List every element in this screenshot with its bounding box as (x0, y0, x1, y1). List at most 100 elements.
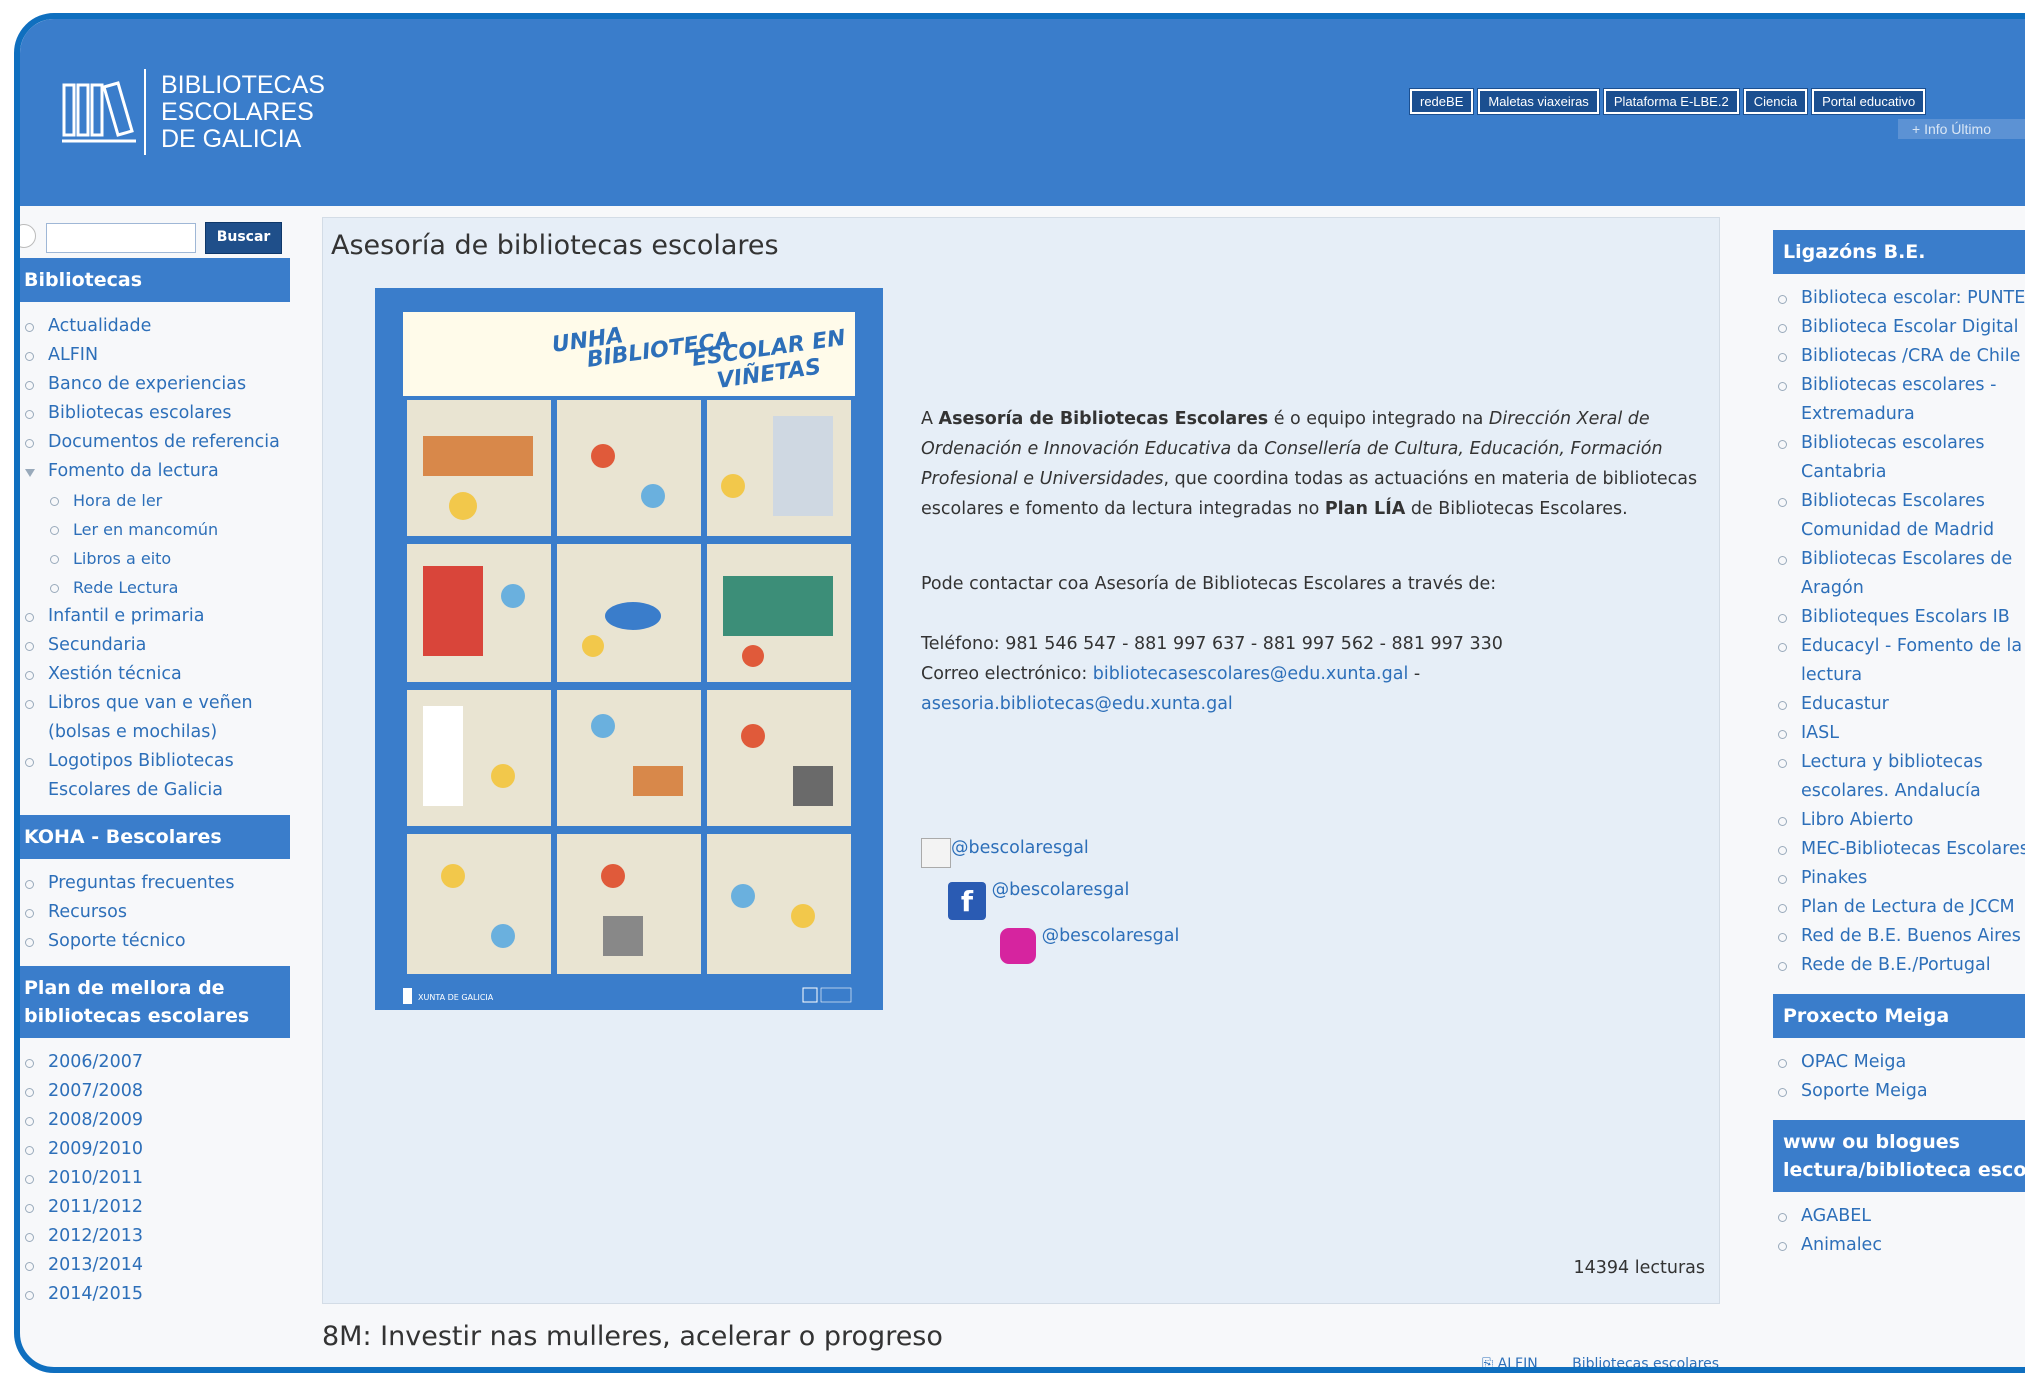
tag-icon: ⎘ (1482, 1356, 1498, 1372)
menu-item-year[interactable]: 2014/2015 (20, 1280, 290, 1309)
submenu-item-hora[interactable]: Hora de ler (20, 486, 290, 515)
menu-item-year[interactable]: 2006/2007 (20, 1048, 290, 1077)
poster-image: UNHA BIBLIOTECA ESCOLAR EN VIÑETAS XUNTA… (375, 288, 883, 1010)
email-line: Correo electrónico: bibliotecasescolares… (921, 659, 1701, 719)
menu-item-infantil[interactable]: Infantil e primaria (20, 602, 290, 631)
right-sidebar: Ligazóns B.E. Biblioteca escolar: PUNTED… (1773, 216, 2025, 1270)
link-item[interactable]: Bibliotecas escolares - Extremadura (1773, 371, 2025, 429)
link-item[interactable]: Biblioteca Escolar Digital (1773, 313, 2025, 342)
link-item[interactable]: Red de B.E. Buenos Aires (1773, 922, 2025, 951)
block-title-www: www ou blogues lectura/biblioteca escola… (1773, 1120, 2025, 1192)
link-item[interactable]: Bibliotecas Escolares Comunidad de Madri… (1773, 487, 2025, 545)
menu-item-year[interactable]: 2009/2010 (20, 1135, 290, 1164)
link-item[interactable]: Biblioteca escolar: PUNTEDU (1773, 284, 2025, 313)
link-item[interactable]: Libro Abierto (1773, 806, 2025, 835)
link-item[interactable]: Educacyl - Fomento de la lectura (1773, 632, 2025, 690)
main-content-node: Asesoría de bibliotecas escolares UNHA B… (322, 217, 1720, 1304)
top-link-plataforma[interactable]: Plataforma E-LBE.2 (1602, 88, 1740, 115)
next-node-title[interactable]: 8M: Investir nas mulleres, acelerar o pr… (322, 1321, 943, 1352)
p1-a: A (921, 409, 939, 429)
link-item[interactable]: Bibliotecas escolares Cantabria (1773, 429, 2025, 487)
node-title[interactable]: Asesoría de bibliotecas escolares (331, 230, 779, 261)
menu-item-fomento[interactable]: Fomento da lectura (20, 457, 290, 486)
menu-item-recursos[interactable]: Recursos (20, 898, 290, 927)
next-node-tags: ⎘ ALFIN Bibliotecas escolares (1482, 1356, 1719, 1372)
menu-item-logotipos[interactable]: Logotipos Bibliotecas Escolares de Galic… (20, 747, 290, 805)
block-title-meiga: Proxecto Meiga (1773, 994, 2025, 1038)
social-twitter[interactable]: @bescolaresgal (921, 838, 1089, 868)
tag-alfin[interactable]: ALFIN (1498, 1356, 1538, 1367)
menu-item-preguntas[interactable]: Preguntas frecuentes (20, 869, 290, 898)
p1-i: de Bibliotecas Escolares. (1405, 499, 1628, 519)
menu-item-year[interactable]: 2013/2014 (20, 1251, 290, 1280)
top-link-portal[interactable]: Portal educativo (1811, 88, 1927, 115)
menu-item-alfin[interactable]: ALFIN (20, 341, 290, 370)
link-item[interactable]: Bibliotecas Escolares de Aragón (1773, 545, 2025, 603)
social-instagram[interactable]: @bescolaresgal (1000, 926, 1180, 964)
menu-item-banco[interactable]: Banco de experiencias (20, 370, 290, 399)
submenu-item-libros[interactable]: Libros a eito (20, 544, 290, 573)
top-link-ciencia[interactable]: Ciencia (1742, 88, 1809, 115)
koha-menu: Preguntas frecuentes Recursos Soporte té… (20, 869, 290, 956)
menu-item-year[interactable]: 2012/2013 (20, 1222, 290, 1251)
link-item[interactable]: MEC-Bibliotecas Escolares (1773, 835, 2025, 864)
menu-item-documentos[interactable]: Documentos de referencia (20, 428, 290, 457)
menu-item-bibliotecas-escolares[interactable]: Bibliotecas escolares (20, 399, 290, 428)
menu-item-actualidade[interactable]: Actualidade (20, 312, 290, 341)
block-title-plan: Plan de mellora de bibliotecas escolares (20, 966, 290, 1038)
menu-item-year[interactable]: 2010/2011 (20, 1164, 290, 1193)
p1-c: é o equipo integrado na (1268, 409, 1489, 429)
link-item[interactable]: Pinakes (1773, 864, 2025, 893)
block-title-bibliotecas: Bibliotecas (20, 258, 290, 302)
email-link-2[interactable]: asesoria.bibliotecas@edu.xunta.gal (921, 694, 1233, 714)
block-title-ligazons: Ligazóns B.E. (1773, 230, 2025, 274)
link-item[interactable]: Biblioteques Escolars IB (1773, 603, 2025, 632)
menu-item-year[interactable]: 2007/2008 (20, 1077, 290, 1106)
instagram-icon (1000, 928, 1036, 964)
twitter-handle: @bescolaresgal (951, 838, 1089, 858)
link-item[interactable]: Soporte Meiga (1773, 1077, 2025, 1106)
menu-item-libros-van[interactable]: Libros que van e veñen (bolsas e mochila… (20, 689, 290, 747)
library-logo-icon[interactable] (60, 65, 138, 157)
social-facebook[interactable]: f @bescolaresgal (948, 880, 1129, 920)
link-item[interactable]: IASL (1773, 719, 2025, 748)
contact-paragraph: Pode contactar coa Asesoría de Bibliotec… (921, 574, 1497, 594)
www-menu: AGABEL Animalec (1773, 1202, 2025, 1260)
bibliotecas-menu: Actualidade ALFIN Banco de experiencias … (20, 312, 290, 805)
search-button[interactable]: Buscar (205, 222, 282, 254)
link-item[interactable]: Plan de Lectura de JCCM (1773, 893, 2025, 922)
submenu-item-ler[interactable]: Ler en mancomún (20, 515, 290, 544)
link-item[interactable]: Lectura y bibliotecas escolares. Andaluc… (1773, 748, 2025, 806)
logo-line-1: BIBLIOTECAS (161, 71, 325, 99)
menu-item-year[interactable]: 2008/2009 (20, 1106, 290, 1135)
search-input[interactable] (46, 223, 196, 253)
tag-bibliotecas[interactable]: Bibliotecas escolares (1572, 1356, 1719, 1367)
site-logo-text[interactable]: BIBLIOTECAS ESCOLARES DE GALICIA (161, 72, 325, 153)
menu-item-xestion[interactable]: Xestión técnica (20, 660, 290, 689)
link-item[interactable]: OPAC Meiga (1773, 1048, 2025, 1077)
email-link-1[interactable]: bibliotecasescolares@edu.xunta.gal (1093, 664, 1409, 684)
top-link-redebe[interactable]: redeBE (1408, 88, 1475, 115)
link-item[interactable]: Rede de B.E./Portugal (1773, 951, 2025, 980)
poster-footer-left: XUNTA DE GALICIA (418, 993, 494, 1002)
menu-item-soporte[interactable]: Soporte técnico (20, 927, 290, 956)
menu-item-secundaria[interactable]: Secundaria (20, 631, 290, 660)
p1-e: da (1231, 439, 1265, 459)
ligazons-menu: Biblioteca escolar: PUNTEDU Biblioteca E… (1773, 284, 2025, 980)
link-item[interactable]: Bibliotecas /CRA de Chile (1773, 342, 2025, 371)
poster-footer: XUNTA DE GALICIA (403, 987, 852, 1004)
phone-line: Teléfono: 981 546 547 - 881 997 637 - 88… (921, 634, 1503, 654)
top-link-maletas[interactable]: Maletas viaxeiras (1477, 88, 1600, 115)
p1-b: Asesoría de Bibliotecas Escolares (938, 409, 1269, 429)
search-icon (20, 224, 36, 248)
browser-frame: BIBLIOTECAS ESCOLARES DE GALICIA redeBE … (14, 13, 2025, 1373)
info-strip[interactable]: + Info Último (1898, 119, 2025, 139)
submenu-item-rede[interactable]: Rede Lectura (20, 573, 290, 602)
intro-paragraph: A Asesoría de Bibliotecas Escolares é o … (921, 404, 1701, 524)
link-item[interactable]: AGABEL (1773, 1202, 2025, 1231)
instagram-handle: @bescolaresgal (1041, 926, 1180, 946)
link-item[interactable]: Animalec (1773, 1231, 2025, 1260)
link-item[interactable]: Educastur (1773, 690, 2025, 719)
poster-title-art: UNHA BIBLIOTECA ESCOLAR EN VIÑETAS (550, 323, 847, 394)
menu-item-year[interactable]: 2011/2012 (20, 1193, 290, 1222)
